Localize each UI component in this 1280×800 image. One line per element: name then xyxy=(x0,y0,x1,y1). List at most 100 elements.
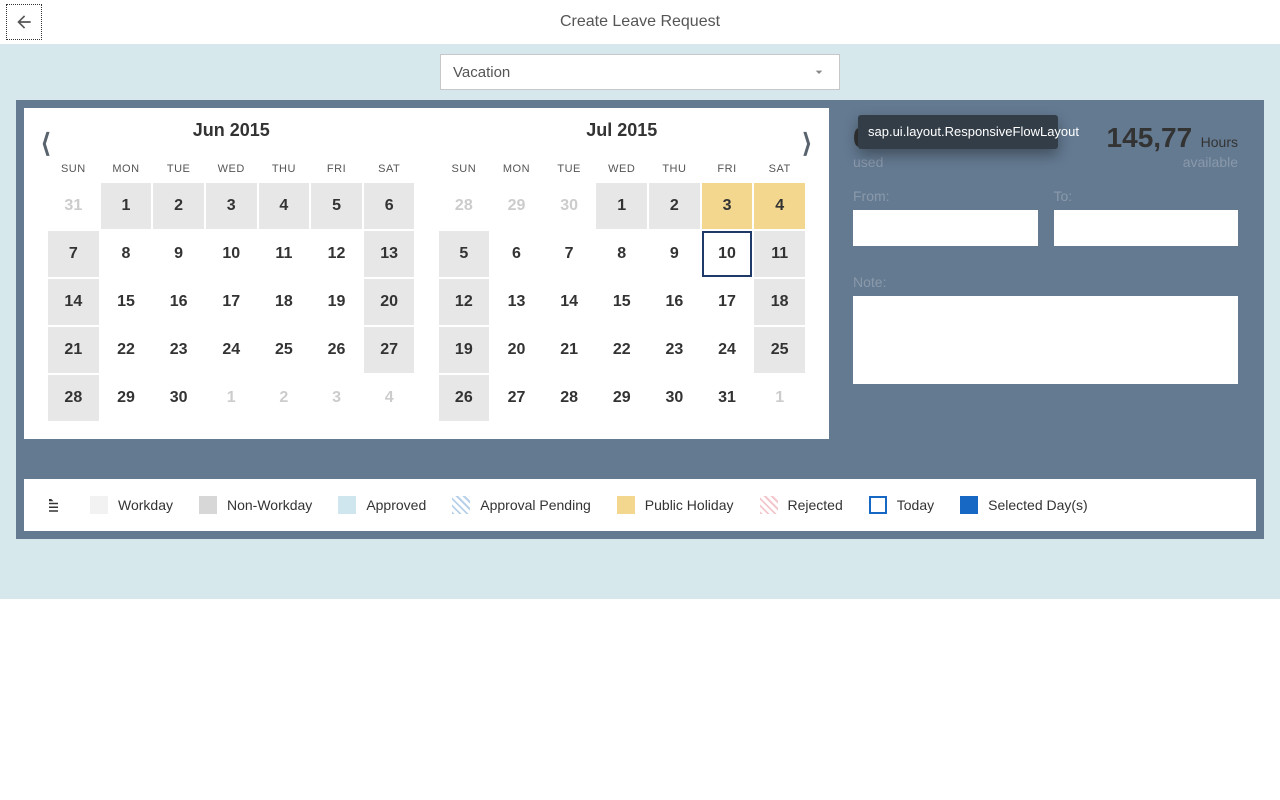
calendar-right-grid: SUNMONTUEWEDTHUFRISAT2829301234567891011… xyxy=(439,159,806,421)
calendar-day[interactable]: 10 xyxy=(206,231,257,277)
calendar-day[interactable]: 24 xyxy=(702,327,753,373)
calendar-day[interactable]: 5 xyxy=(311,183,362,229)
calendar-day[interactable]: 11 xyxy=(754,231,805,277)
calendar-day[interactable]: 8 xyxy=(101,231,152,277)
calendar-day[interactable]: 1 xyxy=(101,183,152,229)
calendar-day[interactable]: 20 xyxy=(364,279,415,325)
calendar-day[interactable]: 3 xyxy=(702,183,753,229)
calendar-day[interactable]: 26 xyxy=(439,375,490,421)
calendar-day[interactable]: 18 xyxy=(259,279,310,325)
calendar-day[interactable]: 25 xyxy=(754,327,805,373)
back-arrow-icon xyxy=(14,12,34,32)
calendar-prev-button[interactable]: ⟨ xyxy=(36,128,56,158)
dow-header: MON xyxy=(491,159,542,181)
calendar-day[interactable]: 13 xyxy=(364,231,415,277)
calendar-day[interactable]: 23 xyxy=(153,327,204,373)
calendar-left: Jun 2015 SUNMONTUEWEDTHUFRISAT3112345678… xyxy=(36,118,427,421)
calendar-day[interactable]: 3 xyxy=(206,183,257,229)
calendar-day[interactable]: 14 xyxy=(48,279,99,325)
calendar-day[interactable]: 18 xyxy=(754,279,805,325)
calendar-day[interactable]: 1 xyxy=(596,183,647,229)
calendar-day[interactable]: 30 xyxy=(153,375,204,421)
calendar-day[interactable]: 5 xyxy=(439,231,490,277)
calendar-day[interactable]: 19 xyxy=(439,327,490,373)
legend-selected: Selected Day(s) xyxy=(960,496,1088,514)
calendar-right: Jul 2015 SUNMONTUEWEDTHUFRISAT2829301234… xyxy=(427,118,818,421)
chevron-down-icon xyxy=(811,64,827,80)
calendar-day[interactable]: 12 xyxy=(439,279,490,325)
calendar-day[interactable]: 7 xyxy=(544,231,595,277)
card: ⟨ ⟩ Jun 2015 SUNMONTUEWEDTHUFRISAT311234… xyxy=(16,100,1264,539)
calendar-day[interactable]: 20 xyxy=(491,327,542,373)
calendar-day: 30 xyxy=(544,183,595,229)
calendar-day[interactable]: 4 xyxy=(754,183,805,229)
date-field-row: From: To: xyxy=(853,188,1238,246)
calendar-day[interactable]: 19 xyxy=(311,279,362,325)
calendar-day[interactable]: 9 xyxy=(153,231,204,277)
dow-header: WED xyxy=(206,159,257,181)
calendar-day[interactable]: 23 xyxy=(649,327,700,373)
calendar-day[interactable]: 21 xyxy=(544,327,595,373)
calendar-day[interactable]: 14 xyxy=(544,279,595,325)
legend-approved: Approved xyxy=(338,496,426,514)
legend-toggle-icon[interactable] xyxy=(46,496,64,514)
swatch-workday-icon xyxy=(90,496,108,514)
back-button[interactable] xyxy=(6,4,42,40)
calendar-day[interactable]: 16 xyxy=(649,279,700,325)
calendar-day[interactable]: 2 xyxy=(649,183,700,229)
swatch-pending-icon xyxy=(452,496,470,514)
tooltip: sap.ui.layout.ResponsiveFlowLayout xyxy=(858,115,1058,149)
calendar-day: 2 xyxy=(259,375,310,421)
calendar-next-button[interactable]: ⟩ xyxy=(797,128,817,158)
calendar-day: 3 xyxy=(311,375,362,421)
calendar-day[interactable]: 17 xyxy=(702,279,753,325)
calendar-day[interactable]: 29 xyxy=(101,375,152,421)
dow-header: TUE xyxy=(544,159,595,181)
calendar-day[interactable]: 9 xyxy=(649,231,700,277)
dow-header: MON xyxy=(101,159,152,181)
dow-header: THU xyxy=(259,159,310,181)
calendar-day[interactable]: 2 xyxy=(153,183,204,229)
calendar-day[interactable]: 28 xyxy=(48,375,99,421)
dow-header: WED xyxy=(596,159,647,181)
calendar-day[interactable]: 12 xyxy=(311,231,362,277)
calendar-day[interactable]: 27 xyxy=(491,375,542,421)
legend-rejected: Rejected xyxy=(760,496,843,514)
dow-header: TUE xyxy=(153,159,204,181)
calendar-day[interactable]: 15 xyxy=(596,279,647,325)
calendar-day[interactable]: 29 xyxy=(596,375,647,421)
calendar-day[interactable]: 30 xyxy=(649,375,700,421)
note-input[interactable] xyxy=(853,296,1238,384)
calendar-day[interactable]: 11 xyxy=(259,231,310,277)
dow-header: SAT xyxy=(754,159,805,181)
calendar-day[interactable]: 6 xyxy=(491,231,542,277)
from-input[interactable] xyxy=(853,210,1038,246)
calendar-day[interactable]: 28 xyxy=(544,375,595,421)
calendar-day[interactable]: 26 xyxy=(311,327,362,373)
calendar-day[interactable]: 16 xyxy=(153,279,204,325)
calendar-day: 1 xyxy=(206,375,257,421)
calendar-day[interactable]: 13 xyxy=(491,279,542,325)
calendar-day[interactable]: 10 xyxy=(702,231,753,277)
header: Create Leave Request xyxy=(0,0,1280,44)
calendar-day[interactable]: 25 xyxy=(259,327,310,373)
calendar-day[interactable]: 31 xyxy=(702,375,753,421)
dow-header: THU xyxy=(649,159,700,181)
calendar-day[interactable]: 17 xyxy=(206,279,257,325)
calendar-day: 28 xyxy=(439,183,490,229)
leave-type-dropdown[interactable]: Vacation xyxy=(440,54,840,90)
calendar-day[interactable]: 22 xyxy=(596,327,647,373)
to-input[interactable] xyxy=(1054,210,1239,246)
calendar-day[interactable]: 15 xyxy=(101,279,152,325)
calendar-day[interactable]: 21 xyxy=(48,327,99,373)
calendar-day[interactable]: 24 xyxy=(206,327,257,373)
calendar-day[interactable]: 8 xyxy=(596,231,647,277)
calendar-day[interactable]: 6 xyxy=(364,183,415,229)
calendar-day[interactable]: 4 xyxy=(259,183,310,229)
calendar-day[interactable]: 27 xyxy=(364,327,415,373)
to-label: To: xyxy=(1054,188,1239,204)
calendar-day[interactable]: 22 xyxy=(101,327,152,373)
calendar-day: 1 xyxy=(754,375,805,421)
calendar-day[interactable]: 7 xyxy=(48,231,99,277)
dow-header: SUN xyxy=(48,159,99,181)
